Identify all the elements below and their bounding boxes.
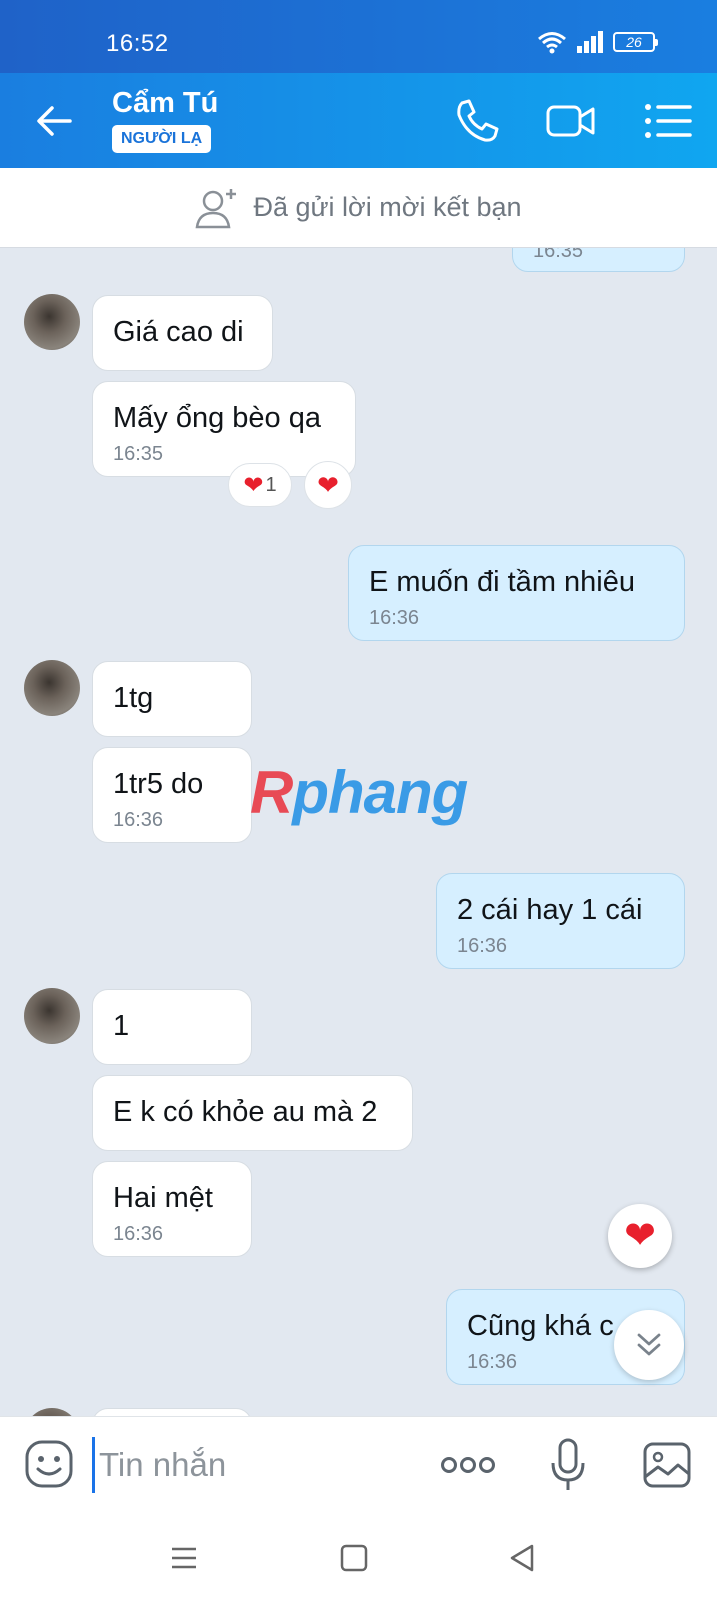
message-text: 1: [113, 1010, 130, 1042]
reaction-count-value: 1: [265, 473, 277, 496]
message-time: 16:36: [113, 1223, 164, 1245]
battery-icon: 26: [613, 32, 658, 52]
watermark-logo: Rphang: [250, 759, 468, 826]
message-text: E k có khỏe au mà 2: [113, 1096, 378, 1128]
microphone-icon[interactable]: [548, 1437, 588, 1493]
heart-icon: ❤: [243, 471, 264, 499]
message-text: Hai mệt: [113, 1182, 213, 1214]
signal-icon: [577, 31, 603, 53]
message-text: Giá cao di: [113, 316, 244, 348]
status-icons: 26: [537, 30, 658, 54]
home-icon[interactable]: [334, 1538, 374, 1578]
emoji-icon[interactable]: [24, 1439, 74, 1489]
phone-icon[interactable]: [452, 97, 502, 145]
message-text: 1tg: [113, 682, 154, 714]
stranger-badge: NGƯỜI LẠ: [112, 125, 212, 153]
message-bubble[interactable]: 1tr5 do 16:36: [92, 747, 252, 843]
image-icon[interactable]: [642, 1441, 692, 1489]
video-camera-icon[interactable]: [546, 97, 596, 145]
recent-apps-icon[interactable]: [164, 1538, 204, 1578]
double-chevron-down-icon: [637, 1333, 661, 1356]
more-dots-icon[interactable]: [440, 1447, 496, 1483]
message-bubble[interactable]: Giá cao di: [92, 295, 273, 371]
reaction-count[interactable]: ❤ 1: [228, 463, 292, 507]
heart-icon: ❤: [317, 469, 339, 500]
avatar[interactable]: [24, 1408, 80, 1416]
react-button[interactable]: ❤: [304, 461, 352, 509]
wifi-icon: [538, 32, 566, 54]
status-time: 16:52: [106, 30, 169, 57]
message-bubble[interactable]: 1tg: [92, 661, 252, 737]
message-bubble[interactable]: 1: [92, 989, 252, 1065]
back-arrow-icon[interactable]: [30, 97, 78, 145]
message-time: 16:35: [533, 248, 584, 262]
avatar[interactable]: [24, 294, 80, 350]
message-text: 1tr5 do: [113, 768, 204, 800]
heart-icon: ❤: [624, 1215, 656, 1257]
message-bubble[interactable]: [92, 1408, 252, 1416]
message-input[interactable]: [92, 1437, 412, 1493]
message-text: Mấy ổng bèo qa: [113, 402, 321, 434]
system-nav-bar: [0, 1516, 717, 1600]
message-text: 2 cái hay 1 cái: [457, 894, 643, 926]
message-time: 16:36: [113, 809, 164, 831]
scroll-to-bottom-button[interactable]: [614, 1310, 684, 1380]
message-bubble[interactable]: 2 cái hay 1 cái 16:36: [436, 873, 685, 969]
friend-request-label: Đã gửi lời mời kết bạn: [253, 192, 522, 222]
message-input-bar: [0, 1416, 717, 1516]
contact-name[interactable]: Cẩm Tú: [112, 87, 218, 120]
status-bar: 16:52 26: [0, 0, 717, 73]
menu-list-icon[interactable]: [644, 97, 694, 145]
message-bubble[interactable]: Hai mệt 16:36: [92, 1161, 252, 1257]
message-time: 16:36: [457, 935, 508, 957]
back-icon[interactable]: [502, 1538, 542, 1578]
avatar[interactable]: [24, 988, 80, 1044]
avatar[interactable]: [24, 660, 80, 716]
react-heart-button[interactable]: ❤: [608, 1204, 672, 1268]
add-friend-icon: [196, 188, 237, 228]
message-bubble[interactable]: 16:35: [512, 248, 685, 272]
message-text: E muốn đi tầm nhiêu: [369, 566, 635, 598]
message-bubble[interactable]: E muốn đi tầm nhiêu 16:36: [348, 545, 685, 641]
friend-request-bar: Đã gửi lời mời kết bạn: [0, 168, 717, 248]
message-time: 16:35: [113, 443, 164, 465]
chat-header: Cẩm Tú NGƯỜI LẠ: [0, 73, 717, 168]
message-bubble[interactable]: E k có khỏe au mà 2: [92, 1075, 413, 1151]
message-time: 16:36: [369, 607, 420, 629]
